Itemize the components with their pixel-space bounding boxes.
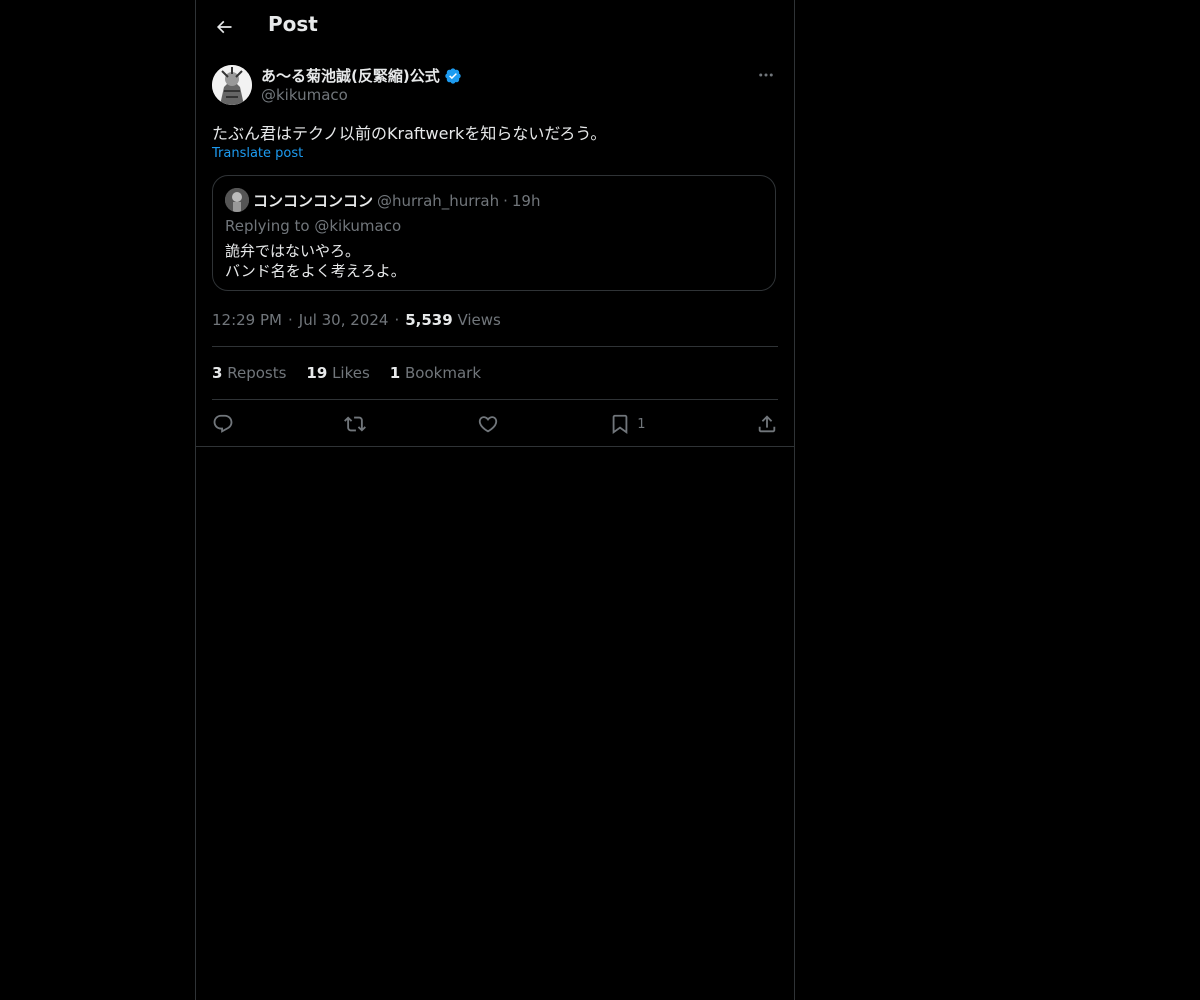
more-icon [759,73,773,77]
page-title: Post [268,12,318,36]
quote-text-line: 詭弁ではないやろ。 [225,242,361,260]
quote-avatar [225,188,249,212]
bookmark-button[interactable]: 1 [609,413,646,435]
quote-text: 詭弁ではないやろ。 バンド名をよく考えろよ。 [225,241,406,281]
back-arrow-icon [216,20,232,34]
repost-icon [344,416,367,432]
author-name-row: あ〜る菊池誠(反緊縮)公式 [261,65,462,86]
repost-button[interactable] [344,413,367,435]
quote-timestamp: 19h [511,191,541,210]
avatar-image [212,65,252,105]
post-stats: 3 Reposts 19 Likes 1 Bookmark [212,364,481,382]
likes-stat[interactable]: 19 Likes [306,364,369,382]
reply-button[interactable] [212,413,234,435]
divider [212,399,778,400]
author-name[interactable]: あ〜る菊池誠(反緊縮)公式 [261,65,440,86]
quoted-post[interactable]: コンコンコンコン @hurrah_hurrah · 19h Replying t… [212,175,776,291]
post-author: あ〜る菊池誠(反緊縮)公式 @kikumaco [212,63,778,107]
reposts-count: 3 [212,364,223,382]
like-button[interactable] [477,413,499,435]
share-button[interactable] [756,413,778,435]
author-avatar[interactable] [212,65,252,105]
reply-icon [213,414,233,433]
translate-post-link[interactable]: Translate post [212,146,303,161]
author-handle[interactable]: @kikumaco [261,86,348,104]
share-icon [758,415,776,433]
back-button[interactable] [208,11,240,43]
post-bottom-border [196,446,794,447]
bookmarks-stat[interactable]: 1 Bookmark [390,364,481,382]
bookmark-icon [612,414,628,435]
quote-avatar-image [225,188,249,212]
likes-label: Likes [332,364,370,382]
post-meta: 12:29 PM · Jul 30, 2024 · 5,539 Views [212,311,501,329]
bookmark-count: 1 [637,416,646,432]
views-label: Views [457,311,501,329]
post-time[interactable]: 12:29 PM [212,311,282,329]
like-icon [478,416,498,433]
post-text: たぶん君はテクノ以前のKraftwerkを知らないだろう。 [212,124,607,143]
post-date[interactable]: Jul 30, 2024 [299,311,389,329]
likes-count: 19 [306,364,328,382]
quote-separator: · [503,191,508,210]
quote-text-line: バンド名をよく考えろよ。 [225,262,406,280]
quote-author-name: コンコンコンコン [253,192,374,210]
header: Post [196,0,794,54]
reposts-stat[interactable]: 3 Reposts [212,364,286,382]
more-options-button[interactable] [754,63,778,87]
meta-separator: · [394,311,400,329]
bookmarks-label: Bookmark [405,364,482,382]
views-count: 5,539 [405,311,453,329]
divider [212,346,778,347]
post-column: Post あ〜る菊池誠(反緊縮)公式 @kikumaco たぶん君はテクノ以前の… [195,0,795,1000]
quote-header: コンコンコンコン @hurrah_hurrah · 19h [253,190,540,211]
verified-badge-icon [445,67,461,84]
quote-replying-to: Replying to @kikumaco [225,217,402,235]
action-bar: 1 [212,410,778,438]
reposts-label: Reposts [227,364,287,382]
meta-separator: · [287,311,293,329]
quote-author-handle: @hurrah_hurrah [377,191,500,210]
bookmarks-count: 1 [389,364,401,382]
post-views: 5,539 Views [405,311,501,329]
